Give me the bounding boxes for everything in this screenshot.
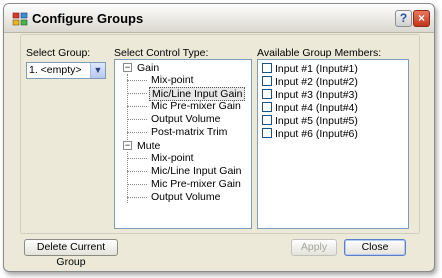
- help-button[interactable]: ?: [395, 10, 412, 27]
- chevron-down-icon[interactable]: ▼: [90, 63, 105, 78]
- member-label: Input #5 (Input#5): [275, 115, 358, 127]
- tree-connector: [127, 93, 147, 94]
- tree-connector: [127, 132, 147, 133]
- checkbox[interactable]: [262, 115, 272, 125]
- close-button[interactable]: Close: [344, 239, 406, 256]
- checkbox[interactable]: [262, 102, 272, 112]
- tree-connector: [127, 74, 128, 148]
- dialog-title: Configure Groups: [32, 11, 144, 26]
- member-item[interactable]: Input #5 (Input#5): [262, 115, 358, 128]
- member-label: Input #4 (Input#4): [275, 102, 358, 114]
- control-type-tree[interactable]: − Gain Mix-point Mic/Line Input Gain Mic…: [114, 59, 252, 229]
- tree-node-mute-mic-pre-mixer-gain[interactable]: Mic Pre-mixer Gain: [149, 178, 243, 190]
- member-label: Input #3 (Input#3): [275, 89, 358, 101]
- title-bar: Configure Groups ? ×: [4, 4, 434, 33]
- tree-connector: [127, 106, 147, 107]
- member-item[interactable]: Input #4 (Input#4): [262, 102, 358, 115]
- member-label: Input #1 (Input#1): [275, 63, 358, 75]
- tree-node-gain-post-matrix-trim[interactable]: Post-matrix Trim: [149, 126, 229, 138]
- configure-groups-dialog: Configure Groups ? × Select Group: 1. <e…: [3, 3, 435, 272]
- member-item[interactable]: Input #2 (Input#2): [262, 76, 358, 89]
- select-group-dropdown[interactable]: 1. <empty> ▼: [26, 62, 106, 79]
- checkbox[interactable]: [262, 63, 272, 73]
- groups-app-icon: [12, 12, 28, 26]
- tree-node-mute-output-volume[interactable]: Output Volume: [149, 191, 222, 203]
- member-label: Input #2 (Input#2): [275, 76, 358, 88]
- checkbox[interactable]: [262, 76, 272, 86]
- tree-connector: [127, 119, 147, 120]
- tree-connector: [127, 152, 128, 203]
- select-group-value: 1. <empty>: [29, 64, 82, 76]
- apply-button[interactable]: Apply: [291, 239, 337, 256]
- tree-connector: [127, 197, 147, 198]
- tree-node-mute[interactable]: Mute: [135, 140, 162, 152]
- member-label: Input #6 (Input#6): [275, 128, 358, 140]
- tree-node-gain-output-volume[interactable]: Output Volume: [149, 113, 222, 125]
- tree-connector: [127, 80, 147, 81]
- members-list[interactable]: Input #1 (Input#1) Input #2 (Input#2) In…: [257, 59, 409, 229]
- checkbox[interactable]: [262, 89, 272, 99]
- member-item[interactable]: Input #6 (Input#6): [262, 128, 358, 141]
- checkbox[interactable]: [262, 128, 272, 138]
- tree-node-mute-mic-line-input-gain[interactable]: Mic/Line Input Gain: [149, 165, 243, 177]
- select-group-label: Select Group:: [26, 47, 91, 59]
- tree-node-gain-mic-line-input-gain[interactable]: Mic/Line Input Gain: [149, 87, 246, 101]
- title-close-button[interactable]: ×: [413, 10, 430, 27]
- collapse-gain-icon[interactable]: −: [123, 63, 132, 72]
- collapse-mute-icon[interactable]: −: [123, 141, 132, 150]
- delete-current-group-button[interactable]: Delete Current Group: [24, 239, 118, 268]
- tree-connector: [127, 171, 147, 172]
- tree-node-gain-mix-point[interactable]: Mix-point: [149, 74, 196, 86]
- tree-connector: [127, 184, 147, 185]
- tree-node-mute-mix-point[interactable]: Mix-point: [149, 152, 196, 164]
- members-label: Available Group Members:: [257, 47, 382, 59]
- tree-node-gain[interactable]: Gain: [135, 62, 161, 74]
- member-item[interactable]: Input #3 (Input#3): [262, 89, 358, 102]
- tree-node-gain-mic-pre-mixer-gain[interactable]: Mic Pre-mixer Gain: [149, 100, 243, 112]
- control-type-label: Select Control Type:: [114, 47, 209, 59]
- tree-connector: [127, 158, 147, 159]
- member-item[interactable]: Input #1 (Input#1): [262, 63, 358, 76]
